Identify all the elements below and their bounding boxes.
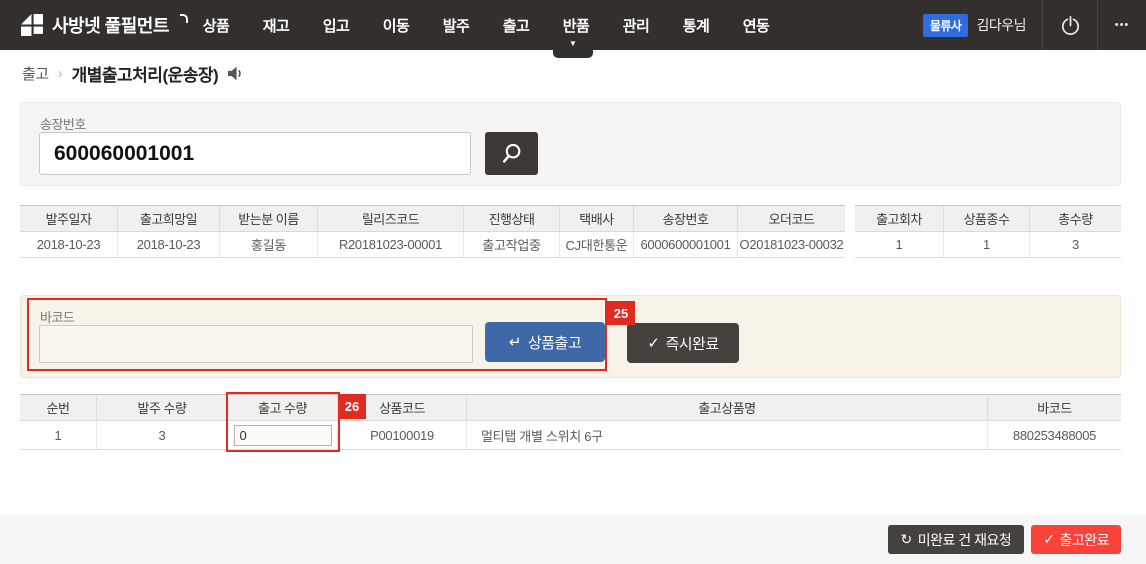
cell-ship-qty: [228, 421, 338, 449]
cell-product-code: P00100019: [338, 421, 467, 449]
header-order-date: 발주일자: [20, 206, 118, 231]
nav-right-area: 물류사 김다우님 •••: [922, 0, 1146, 50]
cell-total-qty: 3: [1072, 237, 1079, 252]
cell-product-kinds: 1: [944, 232, 1030, 257]
header-barcode: 바코드: [1037, 401, 1072, 416]
invoice-number-input[interactable]: [39, 132, 471, 175]
breadcrumb-section[interactable]: 출고: [22, 63, 49, 84]
ship-product-button[interactable]: ↵ 상품출고: [485, 322, 605, 362]
check-icon: ✓: [1043, 531, 1055, 547]
main-menu: 상품 재고 입고 이동 발주 출고 반품 관리 통계 연동: [186, 0, 786, 50]
cell-release-code: R20181023-00001: [318, 232, 464, 257]
retry-incomplete-button[interactable]: ↻ 미완료 건 재요청: [887, 525, 1025, 554]
cell-progress-status: 출고작업중: [464, 232, 560, 257]
nav-item-order[interactable]: 발주: [426, 0, 486, 50]
cell-ship-round: 1: [855, 232, 944, 257]
barcode-input[interactable]: [39, 325, 473, 363]
instant-complete-button[interactable]: ✓ 즉시완료: [627, 323, 739, 363]
logout-power-button[interactable]: [1043, 0, 1097, 50]
shipment-summary-table: 출고회차 상품종수 총수량 1 1 3: [855, 205, 1121, 258]
header-release-code: 릴리즈코드: [318, 206, 464, 231]
shipment-items-table: 26 순번 발주 수량 출고 수량 상품코드 출고상품명 바코드 1 3 P00…: [20, 392, 1121, 452]
table-header-row: 발주일자 출고희망일 받는분 이름 릴리즈코드 진행상태 택배사 송장번호 오더…: [20, 205, 845, 232]
cell-ship-wish-date: 2018-10-23: [118, 232, 220, 257]
header-order-code: 오더코드: [768, 212, 815, 227]
page-title: 개별출고처리(운송장): [71, 65, 219, 85]
ship-qty-input[interactable]: [233, 424, 332, 446]
brand-logo[interactable]: 사방넷 풀필먼트: [20, 0, 188, 50]
cell-order-code: O20181023-00032: [739, 237, 844, 252]
user-role-badge: 물류사: [922, 13, 969, 37]
nav-item-integration[interactable]: 연동: [726, 0, 786, 50]
header-courier: 택배사: [560, 206, 634, 231]
header-row-number: 순번: [20, 395, 97, 420]
nav-item-move[interactable]: 이동: [366, 0, 426, 50]
annotation-badge-25: 25: [607, 301, 635, 325]
barcode-label: 바코드: [40, 310, 75, 325]
header-invoice-number: 송장번호: [634, 206, 738, 231]
app-window: 사방넷 풀필먼트 상품 재고 입고 이동 발주 출고 반품 관리 통계 연동 ▼…: [0, 0, 1146, 564]
table-header-row: 순번 발주 수량 출고 수량 상품코드 출고상품명 바코드: [20, 394, 1121, 421]
invoice-search-panel: 송장번호: [20, 102, 1121, 186]
header-ship-round: 출고회차: [855, 206, 944, 231]
check-icon: ✓: [647, 335, 660, 352]
header-ship-product-name: 출고상품명: [467, 395, 988, 420]
brand-icon: [21, 13, 43, 36]
nav-item-admin[interactable]: 관리: [606, 0, 666, 50]
header-total-qty: 총수량: [1058, 212, 1093, 227]
cell-barcode: 880253488005: [1012, 427, 1097, 443]
barcode-scan-panel: 25 바코드 ↵ 상품출고 ✓ 즉시완료: [20, 295, 1121, 378]
cell-ship-product-name: 멀티탭 개별 스위치 6구: [467, 421, 988, 449]
table-row: 1 3 P00100019 멀티탭 개별 스위치 6구 880253488005: [20, 421, 1121, 450]
annotation-badge-26: 26: [338, 394, 366, 419]
refresh-icon: ↻: [900, 531, 913, 547]
header-ship-qty: 출고 수량: [228, 395, 338, 420]
header-ship-wish-date: 출고희망일: [118, 206, 220, 231]
ship-complete-button[interactable]: ✓ 출고완료: [1031, 525, 1121, 554]
search-button[interactable]: [485, 132, 538, 175]
nav-item-outbound[interactable]: 출고: [486, 0, 546, 50]
invoice-number-label: 송장번호: [40, 117, 86, 132]
header-product-kinds: 상품종수: [944, 206, 1030, 231]
table-row: 1 1 3: [855, 232, 1121, 258]
chevron-down-icon: ▼: [569, 39, 577, 48]
table-row: 2018-10-23 2018-10-23 홍길동 R20181023-0000…: [20, 232, 845, 258]
cell-courier: CJ대한통운: [560, 232, 634, 257]
cell-ordered-qty: 3: [97, 421, 228, 449]
brand-name: 사방넷 풀필먼트: [52, 16, 169, 36]
nav-item-stock[interactable]: 재고: [246, 0, 306, 50]
active-menu-indicator: ▼: [553, 39, 593, 58]
nav-item-statistics[interactable]: 통계: [666, 0, 726, 50]
speaker-icon[interactable]: [227, 65, 244, 82]
bottom-action-bar: ↻ 미완료 건 재요청 ✓ 출고완료: [0, 515, 1146, 564]
header-ordered-qty: 발주 수량: [97, 395, 228, 420]
order-info-section: 발주일자 출고희망일 받는분 이름 릴리즈코드 진행상태 택배사 송장번호 오더…: [20, 205, 1121, 258]
cell-order-date: 2018-10-23: [20, 232, 118, 257]
power-icon: [1061, 15, 1079, 35]
order-info-table: 발주일자 출고희망일 받는분 이름 릴리즈코드 진행상태 택배사 송장번호 오더…: [20, 205, 845, 258]
breadcrumb: 출고 › 개별출고처리(운송장): [22, 50, 244, 96]
nav-item-inbound[interactable]: 입고: [306, 0, 366, 50]
header-progress-status: 진행상태: [464, 206, 560, 231]
cell-row-number: 1: [20, 421, 97, 449]
nav-item-products[interactable]: 상품: [186, 0, 246, 50]
retry-incomplete-label: 미완료 건 재요청: [917, 531, 1012, 548]
table-header-row: 출고회차 상품종수 총수량: [855, 205, 1121, 232]
enter-arrow-icon: ↵: [508, 334, 522, 351]
more-menu-button[interactable]: •••: [1098, 0, 1146, 50]
top-nav: 사방넷 풀필먼트 상품 재고 입고 이동 발주 출고 반품 관리 통계 연동 ▼…: [0, 0, 1146, 58]
search-icon: [502, 143, 521, 163]
breadcrumb-separator: ›: [57, 64, 63, 82]
cell-recipient-name: 홍길동: [220, 232, 318, 257]
instant-complete-label: 즉시완료: [665, 335, 719, 353]
header-recipient-name: 받는분 이름: [220, 206, 318, 231]
ellipsis-icon: •••: [1114, 19, 1130, 31]
ship-product-label: 상품출고: [527, 334, 582, 352]
user-name: 김다우님: [976, 17, 1026, 33]
ship-complete-label: 출고완료: [1059, 531, 1109, 548]
cell-invoice-number: 6000600001001: [634, 232, 738, 257]
